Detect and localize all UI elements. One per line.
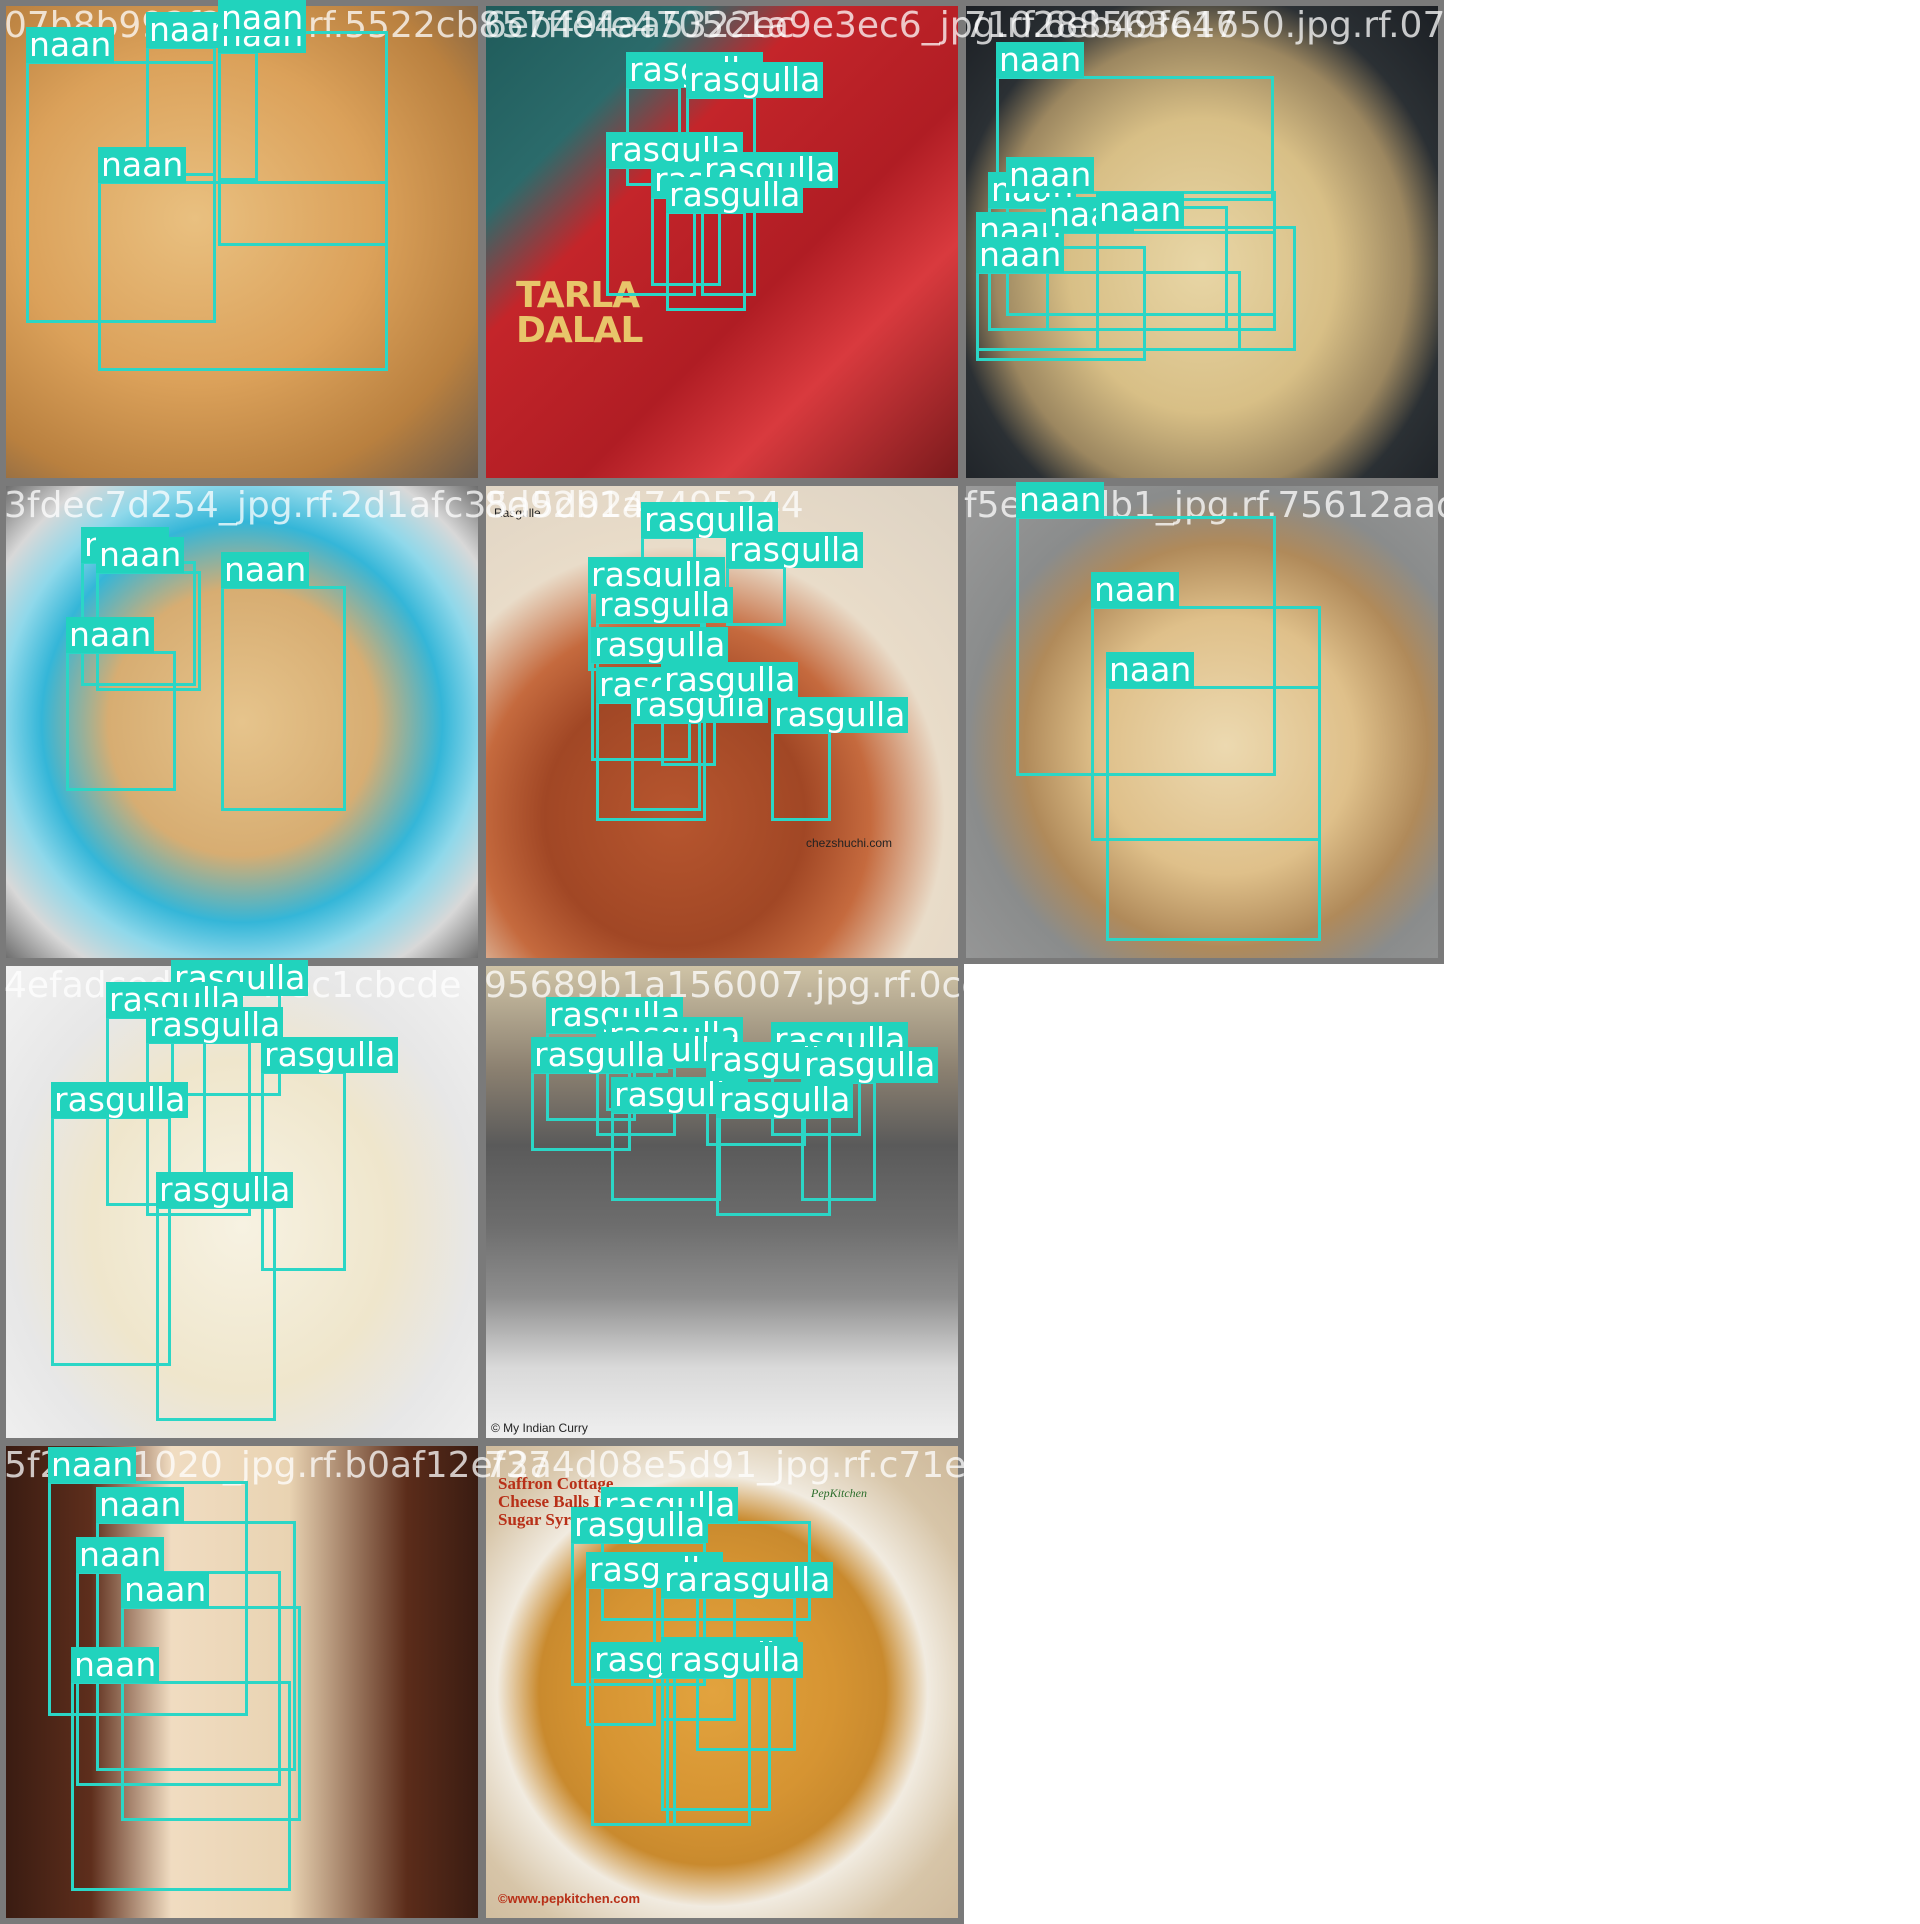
- bounding-box: [66, 651, 176, 791]
- image-tile: Saffron Cottage Cheese Balls In Sugar Syru…: [480, 1440, 1371, 1924]
- detection-label: naan: [996, 42, 1085, 78]
- image-tile: 4efadced4bf94f8c1cbcderasgullarasgullara…: [0, 960, 484, 1444]
- detection-label: naan: [1106, 652, 1195, 688]
- image-tile: Rasgullechezshuchi.com8d92b1a7495344rasg…: [480, 480, 964, 964]
- bounding-box: [221, 586, 346, 811]
- bounding-box: [1096, 226, 1296, 351]
- detection-mosaic: 07b8b992f2_jpg.rf.5522cb857ffe4aa5322ec n…: [0, 0, 1920, 1924]
- detection-label: rasgulla: [591, 627, 729, 663]
- detection-label: rasgulla: [696, 1562, 834, 1598]
- detection-label: rasgulla: [666, 177, 804, 213]
- detection-label: naan: [1016, 482, 1105, 518]
- detection-label: naan: [96, 537, 185, 573]
- image-tile: 3fdec7d254_jpg.rf.2d1afc35a5d924 naan naan…: [0, 480, 646, 964]
- photo-watermark-text: PepKitchen: [811, 1486, 867, 1500]
- photo-watermark-text: chezshuchi.com: [806, 836, 893, 850]
- bounding-box: [666, 1676, 751, 1826]
- bounding-box: [726, 566, 786, 626]
- bounding-box: [98, 181, 388, 371]
- image-tile: © My Indian Curry 95689b1a156007.jpg.rf.0…: [480, 960, 1386, 1444]
- bounding-box: [666, 211, 746, 311]
- photo-watermark-text: © My Indian Curry: [491, 1421, 588, 1435]
- detection-label: rasgulla: [156, 1172, 294, 1208]
- detection-label: naan: [221, 552, 310, 588]
- detection-label: rasgulla: [716, 1082, 854, 1118]
- detection-label: naan: [1091, 572, 1180, 608]
- detection-label: rasgulla: [531, 1037, 669, 1073]
- photo-watermark-text: ©www.pepkitchen.com: [498, 1891, 641, 1906]
- detection-label: naan: [121, 1572, 210, 1608]
- detection-label: rasgulla: [686, 62, 824, 98]
- detection-label: naan: [1006, 157, 1095, 193]
- detection-label: rasgulla: [801, 1047, 939, 1083]
- detection-label: naan: [218, 0, 307, 36]
- detection-label: rasgulla: [261, 1037, 399, 1073]
- detection-label: rasgulla: [596, 587, 734, 623]
- detection-label: naan: [76, 1537, 165, 1573]
- image-tile: TARLA DALAL 6eb49fe4705c1a9e3ec6_jpg.rf.6e…: [480, 0, 1238, 484]
- bounding-box: [611, 1111, 721, 1201]
- detection-label: rasgulla: [726, 532, 864, 568]
- detection-label: naan: [71, 1647, 160, 1683]
- image-tile: 07b8b992f2_jpg.rf.5522cb857ffe4aa5322ec n…: [0, 0, 795, 484]
- bounding-box: [156, 1206, 276, 1421]
- detection-label: rasgulla: [666, 1642, 804, 1678]
- detection-label: naan: [66, 617, 155, 653]
- detection-label: naan: [1096, 192, 1185, 228]
- detection-label: naan: [26, 27, 115, 63]
- detection-label: naan: [976, 237, 1065, 273]
- bounding-box: [51, 1116, 171, 1366]
- detection-label: rasgulla: [661, 662, 799, 698]
- bounding-box: [71, 1681, 291, 1891]
- detection-label: naan: [98, 147, 187, 183]
- photo-watermark-text: DALAL: [516, 310, 643, 351]
- detection-label: naan: [48, 1447, 137, 1483]
- image-tile: f5e0c3db1_jpg.rf.75612aadc559d13319229a n…: [960, 480, 1776, 964]
- detection-label: naan: [96, 1487, 185, 1523]
- bounding-box: [771, 731, 831, 821]
- image-tile: 5f28401020_jpg.rf.b0af12ef37 naan naan naan…: [0, 1440, 551, 1924]
- photo-watermark-text: Rasgulle: [494, 506, 541, 520]
- detection-label: rasgulla: [771, 697, 909, 733]
- bounding-box: [1106, 686, 1321, 941]
- image-tile: 71028856361650.jpg.rf.07945a9670b1f9f134…: [960, 0, 1879, 484]
- detection-label: rasgulla: [571, 1507, 709, 1543]
- detection-label: rasgulla: [51, 1082, 189, 1118]
- photo-watermark-text: Saffron Cottage: [498, 1474, 614, 1493]
